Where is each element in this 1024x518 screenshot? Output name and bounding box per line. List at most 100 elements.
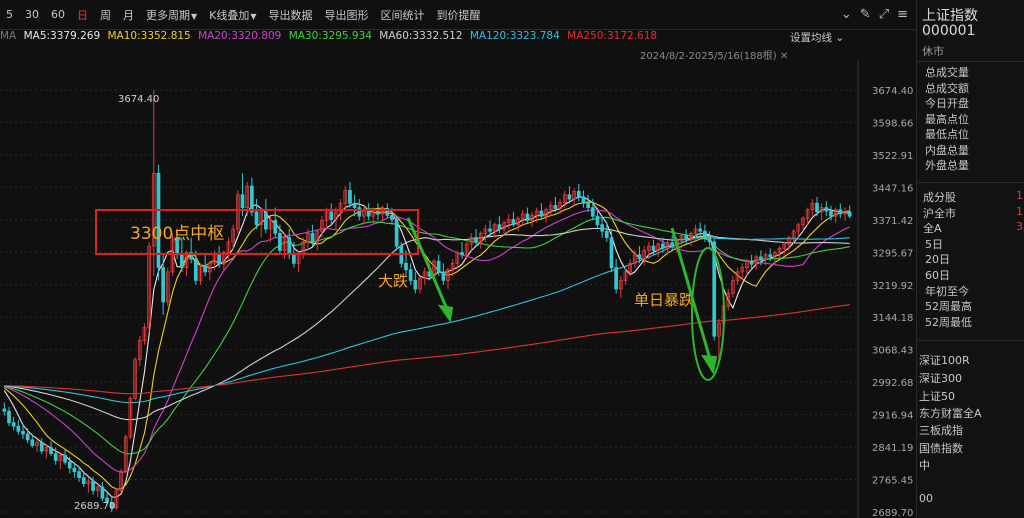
candle-body: [707, 237, 712, 243]
export-image-button[interactable]: 导出图形: [319, 7, 375, 23]
candle-body: [684, 235, 689, 239]
row-20d[interactable]: 20日: [925, 251, 950, 267]
toolbar-icons: ⌄ ✎ ⤢ ≡: [841, 7, 908, 22]
row-all-a[interactable]: 全A 3: [923, 220, 1023, 236]
y-tick-label: 3219.92: [872, 281, 913, 292]
candle-body: [497, 224, 502, 230]
row-60d[interactable]: 60日: [925, 267, 950, 283]
collapse-circle-icon[interactable]: ⌄: [841, 7, 852, 22]
candle-body: [357, 207, 362, 217]
row-ytd[interactable]: 年初至今: [925, 283, 969, 299]
candle-body: [488, 228, 492, 232]
row-52w-low[interactable]: 52周最低: [925, 314, 972, 330]
candle-body: [474, 237, 478, 243]
candle-body: [366, 210, 371, 217]
consolidation-label: 3300点中枢: [130, 224, 224, 244]
candle-body: [352, 202, 357, 208]
period-week[interactable]: 周: [94, 7, 117, 23]
candle-body: [310, 232, 315, 243]
candle-body: [838, 209, 843, 215]
related-index-9[interactable]: 00: [919, 492, 933, 505]
more-periods-menu[interactable]: 更多周期▼: [140, 7, 203, 23]
stat-amount: 总成交额: [925, 82, 969, 95]
period-60min[interactable]: 60: [45, 8, 71, 21]
candle-body: [847, 211, 852, 217]
related-index-5[interactable]: 三板成指: [919, 422, 963, 438]
set-ma-button[interactable]: 设置均线 ⌄: [790, 30, 844, 45]
candle-body: [553, 205, 558, 209]
candle-body: [609, 237, 614, 268]
related-index-6[interactable]: 国债指数: [919, 440, 963, 456]
candle-body: [264, 211, 268, 230]
ma-legend: MA MA5:3379.269 MA10:3352.815 MA20:3320.…: [0, 30, 916, 46]
candle-body: [100, 486, 105, 499]
market-status: 休市: [922, 45, 944, 58]
candle-body: [63, 454, 67, 463]
period-day[interactable]: 日: [71, 7, 94, 23]
ma5-value: MA5:3379.269: [23, 30, 101, 42]
stat-high: 最高点位: [925, 113, 969, 126]
row-sh-market[interactable]: 沪全市 1: [923, 205, 1023, 221]
candle-body: [67, 461, 72, 469]
related-index-4[interactable]: 东方财富全A: [919, 405, 982, 421]
candle-body: [7, 410, 11, 424]
y-tick-label: 2992.68: [872, 378, 913, 389]
kline-chart[interactable]: 3674.40 3598.66 3522.91 3447.16 3371.42 3295.…: [0, 60, 916, 518]
candle-body: [511, 219, 516, 226]
y-tick-label: 3295.67: [872, 248, 913, 259]
candle-body: [39, 442, 44, 452]
kline-overlay-menu[interactable]: K线叠加▼: [203, 7, 262, 23]
ma120-value: MA120:3323.784: [469, 30, 560, 42]
y-tick-label: 2916.94: [872, 411, 913, 422]
candle-body: [91, 480, 95, 491]
range-stats-button[interactable]: 区间统计: [375, 7, 431, 23]
export-data-button[interactable]: 导出数据: [263, 7, 319, 23]
related-index-7[interactable]: 中: [919, 457, 930, 473]
indicator-label: MA: [0, 30, 17, 42]
candle-body: [179, 254, 184, 268]
candle-body: [292, 254, 296, 264]
price-alert-button[interactable]: 到价提醒: [431, 7, 487, 23]
menu-icon[interactable]: ≡: [897, 7, 908, 22]
stat-low: 最低点位: [925, 128, 969, 141]
period-month[interactable]: 月: [117, 7, 140, 23]
candle-body: [436, 260, 441, 273]
expand-icon[interactable]: ⤢: [879, 7, 889, 22]
ma250-value: MA250:3172.618: [567, 30, 658, 42]
row-52w-high[interactable]: 52周最高: [925, 298, 972, 314]
candle-body: [203, 265, 208, 273]
candle-body: [2, 408, 7, 412]
candle-body: [703, 230, 707, 238]
period-30min[interactable]: 30: [19, 8, 45, 21]
y-tick-label: 3447.16: [872, 183, 913, 194]
candle-body: [329, 211, 334, 220]
row-constituents[interactable]: 成分股 1: [923, 189, 1023, 205]
candle-body: [348, 190, 352, 204]
candle-body: [815, 202, 819, 213]
candle-body: [30, 439, 35, 446]
related-index-1[interactable]: 深证100R: [919, 352, 970, 368]
candle-body: [586, 202, 590, 208]
period-5min[interactable]: 5: [0, 8, 19, 21]
index-code: 000001: [922, 23, 976, 39]
drop-label: 大跌: [378, 272, 408, 290]
related-index-2[interactable]: 深证300: [919, 370, 962, 386]
caret-down-icon: ▼: [250, 11, 257, 21]
candle-body: [539, 210, 544, 217]
y-tick-label: 3522.91: [872, 151, 913, 162]
candle-body: [698, 228, 703, 232]
row-label: 沪全市: [923, 207, 956, 220]
stat-outer-volume: 外盘总量: [925, 159, 969, 172]
candle-body: [273, 220, 278, 234]
divider: [917, 61, 1024, 62]
draw-pen-icon[interactable]: ✎: [860, 7, 871, 22]
more-periods-label: 更多周期: [146, 8, 190, 22]
annotations: 3300点中枢 大跌 单日暴跌 3674.40 2689.70: [74, 94, 725, 512]
row-5d[interactable]: 5日: [925, 236, 943, 252]
row-value: 1: [1016, 189, 1023, 202]
candle-body: [390, 214, 394, 220]
candle-body: [287, 237, 292, 256]
price-axis: 3674.40 3598.66 3522.91 3447.16 3371.42 3295.…: [857, 60, 913, 518]
y-tick-label: 2689.70: [872, 508, 913, 518]
related-index-3[interactable]: 上证50: [919, 388, 955, 404]
